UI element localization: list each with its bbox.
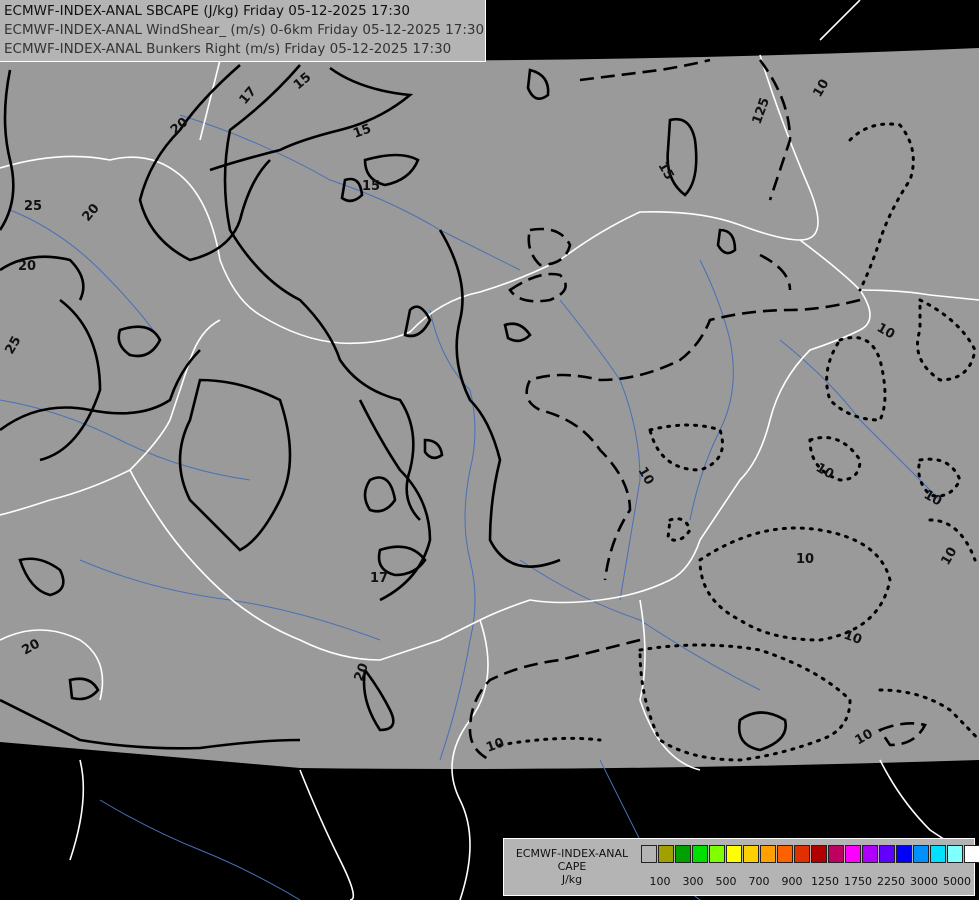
legend-tick: 500	[715, 875, 737, 888]
legend-tick: 100	[649, 875, 671, 888]
legend-swatch	[658, 845, 674, 863]
legend-tick: 900	[781, 875, 803, 888]
legend-swatches	[641, 845, 979, 863]
legend-swatch	[709, 845, 725, 863]
legend-tick: 2250	[877, 875, 905, 888]
legend-tick: 1750	[844, 875, 872, 888]
legend-swatch	[879, 845, 895, 863]
legend-tick: 5000	[943, 875, 971, 888]
legend-label: ECMWF-INDEX-ANAL CAPE J/kg	[508, 847, 636, 886]
legend-swatch	[675, 845, 691, 863]
legend-swatch	[794, 845, 810, 863]
legend-swatch	[641, 845, 657, 863]
legend-swatch	[964, 845, 979, 863]
legend-swatch	[726, 845, 742, 863]
legend-swatch	[777, 845, 793, 863]
legend-swatch	[692, 845, 708, 863]
title-bunkers: ECMWF-INDEX-ANAL Bunkers Right (m/s) Fri…	[4, 41, 452, 57]
legend-swatch	[947, 845, 963, 863]
contour-label: 15	[362, 179, 380, 194]
legend-swatch	[811, 845, 827, 863]
contour-label: 20	[18, 259, 36, 274]
legend-swatch	[930, 845, 946, 863]
data-domain	[0, 48, 979, 769]
legend-tick: 1250	[811, 875, 839, 888]
legend-swatch	[913, 845, 929, 863]
contour-label: 10	[796, 552, 814, 567]
legend-tick: 3000	[910, 875, 938, 888]
legend-swatch	[896, 845, 912, 863]
contour-label: 17	[370, 571, 388, 586]
legend-ticks: 100 300 500 700 900 1250 1750 2250 3000 5000	[641, 875, 972, 889]
contour-label: 25	[24, 199, 42, 214]
legend-tick: 300	[682, 875, 704, 888]
legend-swatch	[862, 845, 878, 863]
legend-swatch	[845, 845, 861, 863]
legend-tick: 700	[748, 875, 770, 888]
legend-unit: J/kg	[561, 873, 583, 886]
legend-swatch	[743, 845, 759, 863]
legend-swatch	[828, 845, 844, 863]
title-windshear: ECMWF-INDEX-ANAL WindShear_ (m/s) 0-6km …	[4, 22, 485, 38]
title-box: ECMWF-INDEX-ANAL SBCAPE (J/kg) Friday 05…	[0, 0, 486, 62]
legend-swatch	[760, 845, 776, 863]
title-sbcape: ECMWF-INDEX-ANAL SBCAPE (J/kg) Friday 05…	[4, 3, 410, 19]
legend-source: ECMWF-INDEX-ANAL	[515, 847, 629, 860]
cape-legend: ECMWF-INDEX-ANAL CAPE J/kg 100 300 500 700 9…	[503, 838, 979, 896]
legend-variable: CAPE	[557, 860, 587, 873]
weather-map: 17 15 15 15 20 20 25 20 25 125 10 15 17 …	[0, 0, 979, 900]
